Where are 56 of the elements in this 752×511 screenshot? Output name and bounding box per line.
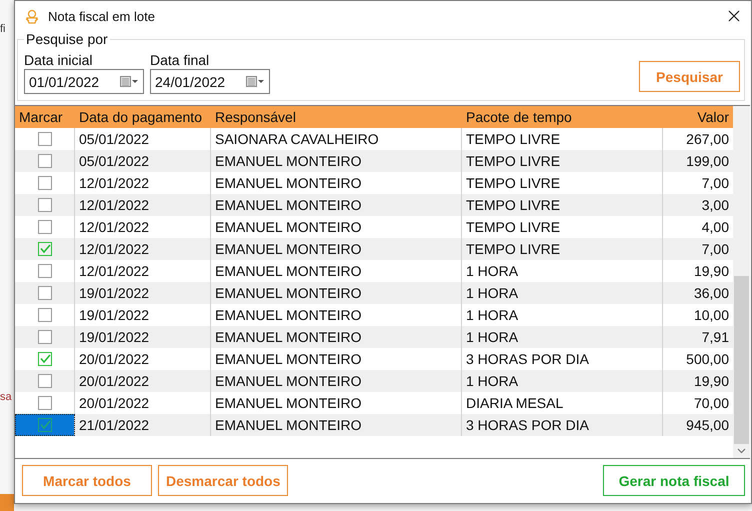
checkbox[interactable] [38, 242, 52, 256]
table-cell-text: 3,00 [700, 196, 730, 215]
checkbox[interactable] [38, 286, 52, 300]
checkbox[interactable] [38, 198, 52, 212]
table-cell-text: 7,00 [700, 174, 730, 193]
table-cell-text: 945,00 [685, 416, 730, 435]
window-title: Nota fiscal em lote [48, 8, 155, 24]
scroll-down-icon [737, 448, 746, 454]
calendar-dropdown-icon [246, 75, 265, 88]
checkbox[interactable] [38, 352, 52, 366]
checkbox[interactable] [38, 264, 52, 278]
checkbox[interactable] [38, 396, 52, 410]
table-cell-text: 19,90 [692, 262, 730, 281]
column-header: Marcar [18, 109, 64, 125]
table-cell: EMANUEL MONTEIRO [211, 414, 462, 436]
table-cell-text: 500,00 [685, 350, 730, 369]
table-cell-text: 267,00 [685, 130, 730, 149]
table-cell-text: 70,00 [692, 394, 730, 413]
date-field[interactable]: 01/01/2022 [24, 69, 144, 94]
background-text: fi [0, 22, 6, 36]
calendar-dropdown-icon [120, 75, 139, 88]
checkbox[interactable] [38, 132, 52, 146]
checkbox[interactable] [38, 330, 52, 344]
footer-button[interactable]: Gerar nota fiscal [603, 465, 745, 496]
column-header: Responsável [214, 109, 297, 125]
field-label: Data final [150, 52, 210, 68]
column-header: Pacote de tempo [465, 109, 573, 125]
checkbox[interactable] [38, 374, 52, 388]
app-icon [24, 8, 40, 24]
column-header: Valor [696, 109, 730, 125]
checkbox[interactable] [38, 154, 52, 168]
table-cell-text: 4,00 [700, 218, 730, 237]
checkbox[interactable] [38, 220, 52, 234]
background-text: sa [0, 390, 13, 404]
table-cell-text: 199,00 [685, 152, 730, 171]
group-title: Pesquise por [24, 31, 110, 47]
close-icon[interactable] [727, 9, 741, 23]
checkbox[interactable] [38, 418, 52, 432]
table-cell: 3 HORAS POR DIA [462, 414, 663, 436]
table-cell: 21/01/2022 [75, 414, 211, 436]
checkbox[interactable] [38, 176, 52, 190]
footer-button[interactable]: Desmarcar todos [158, 465, 288, 496]
table-cell-text: 19,90 [692, 372, 730, 391]
checkbox[interactable] [38, 308, 52, 322]
selected-cell[interactable] [15, 414, 75, 436]
field-label: Data inicial [24, 52, 94, 68]
search-button[interactable]: Pesquisar [639, 61, 740, 92]
column-header: Data do pagamento [78, 109, 203, 125]
footer-button[interactable]: Marcar todos [22, 465, 152, 496]
scroll-thumb[interactable] [734, 276, 749, 444]
table-cell-text: 7,91 [700, 328, 730, 347]
date-field[interactable]: 24/01/2022 [150, 69, 270, 94]
scrollbar[interactable] [733, 106, 750, 458]
table-cell-text: 10,00 [692, 306, 730, 325]
table-cell-text: 7,00 [700, 240, 730, 259]
table-cell-text: 36,00 [692, 284, 730, 303]
